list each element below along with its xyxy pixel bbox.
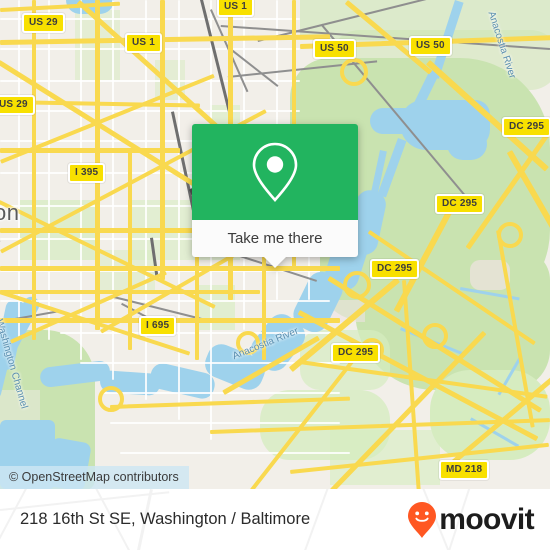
highway-shield: DC 295 xyxy=(370,259,420,279)
city-label: on xyxy=(0,200,20,225)
highway-shield: I 695 xyxy=(139,316,177,336)
highway-shield: DC 295 xyxy=(331,343,381,363)
footer-bar: 218 16th St SE, Washington / Baltimore m… xyxy=(0,489,550,550)
highway-shield: DC 295 xyxy=(435,194,485,214)
moovit-logo[interactable]: moovit xyxy=(407,489,535,550)
water-label: Anacostia River xyxy=(485,10,518,81)
highway-shield: US 50 xyxy=(409,36,452,56)
highway-shield: US 1 xyxy=(217,0,255,17)
location-popup-card[interactable]: Take me there xyxy=(192,124,358,268)
highway-shield: US 1 xyxy=(125,33,163,53)
popup-header xyxy=(192,124,358,220)
water-label: Washington Channel xyxy=(0,318,30,410)
highway-shield: MD 218 xyxy=(439,460,490,480)
highway-shield: US 29 xyxy=(22,13,65,33)
popup-body[interactable]: Take me there xyxy=(192,220,358,268)
map-pin-icon xyxy=(252,142,298,202)
highway-shield: I 395 xyxy=(68,163,106,183)
water-label: Anacostia River xyxy=(231,325,301,363)
moovit-wordmark: moovit xyxy=(439,502,534,536)
highway-shield: US 29 xyxy=(0,95,35,115)
osm-attribution[interactable]: © OpenStreetMap contributors xyxy=(0,466,189,489)
take-me-there-label: Take me there xyxy=(227,230,323,247)
map-canvas[interactable]: US 29 US 1 US 1 US 50 US 50 US 29 DC 295 I 395 D… xyxy=(0,0,550,489)
highway-shield: US 50 xyxy=(313,39,356,59)
moovit-map-screenshot: US 29 US 1 US 1 US 50 US 50 US 29 DC 295 I 395 D… xyxy=(0,0,550,550)
popup-tail xyxy=(264,257,286,268)
address-label: 218 16th St SE, Washington / Baltimore xyxy=(20,510,311,528)
moovit-pin-smile-icon xyxy=(408,501,437,538)
highway-shield: DC 295 xyxy=(502,117,550,137)
